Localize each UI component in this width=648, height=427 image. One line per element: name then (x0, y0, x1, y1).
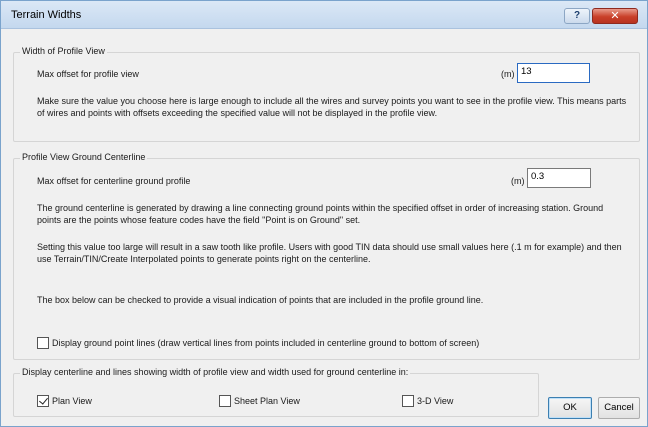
checkbox-label: Plan View (52, 396, 92, 406)
checkbox-label: 3-D View (417, 396, 454, 406)
group-title: Display centerline and lines showing wid… (20, 367, 411, 377)
title-bar[interactable]: Terrain Widths ? ✕ (1, 1, 647, 29)
profile-unit-label: (m) (501, 69, 515, 79)
checkbox-label: Sheet Plan View (234, 396, 300, 406)
help-button[interactable]: ? (564, 8, 590, 24)
checkbox-box[interactable] (219, 395, 231, 407)
close-button[interactable]: ✕ (592, 8, 638, 24)
sheet-plan-view-checkbox[interactable]: Sheet Plan View (219, 395, 300, 407)
display-ground-point-lines-checkbox[interactable]: Display ground point lines (draw vertica… (37, 337, 479, 349)
group-title: Width of Profile View (20, 46, 107, 56)
terrain-widths-dialog: Terrain Widths ? ✕ Width of Profile View… (0, 0, 648, 427)
checkbox-box[interactable] (402, 395, 414, 407)
checkbox-box[interactable] (37, 395, 49, 407)
centerline-warning: Setting this value too large will result… (37, 242, 622, 264)
centerline-description: The ground centerline is generated by dr… (37, 203, 604, 225)
checkbox-label: Display ground point lines (draw vertica… (52, 338, 480, 348)
profile-max-offset-input[interactable]: 13 (517, 63, 590, 83)
ok-button[interactable]: OK (548, 397, 592, 419)
close-icon: ✕ (610, 10, 620, 22)
profile-view-note: Make sure the value you choose here is l… (37, 96, 627, 118)
checkbox-box[interactable] (37, 337, 49, 349)
centerline-max-offset-input[interactable]: 0.3 (527, 168, 591, 188)
profile-max-offset-label: Max offset for profile view (37, 69, 139, 79)
centerline-unit-label: (m) (511, 176, 525, 186)
centerline-max-offset-label: Max offset for centerline ground profile (37, 176, 191, 186)
cancel-button[interactable]: Cancel (598, 397, 640, 419)
group-title: Profile View Ground Centerline (20, 152, 148, 162)
dialog-title: Terrain Widths (11, 9, 82, 21)
3d-view-checkbox[interactable]: 3-D View (402, 395, 453, 407)
centerline-checkbox-hint: The box below can be checked to provide … (37, 295, 484, 305)
plan-view-checkbox[interactable]: Plan View (37, 395, 92, 407)
